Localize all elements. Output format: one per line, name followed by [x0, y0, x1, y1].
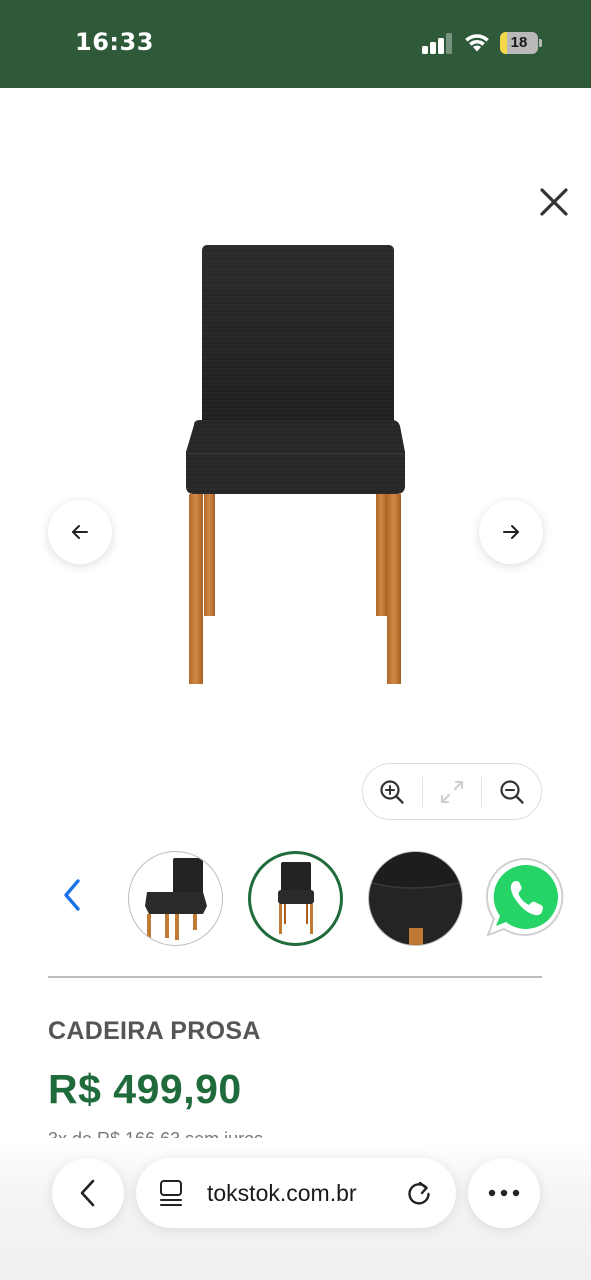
- chevron-left-icon: [80, 1179, 95, 1207]
- zoom-in-button[interactable]: [363, 763, 422, 820]
- page-menu-icon[interactable]: [158, 1179, 184, 1207]
- close-icon[interactable]: [534, 182, 574, 222]
- zoom-in-icon: [380, 779, 405, 804]
- product-price: R$ 499,90: [48, 1066, 242, 1112]
- chair-thumbnail-image: [278, 862, 314, 934]
- prev-image-button[interactable]: [48, 500, 112, 564]
- chair-thumbnail-image: [145, 858, 207, 940]
- thumbnails-prev-icon[interactable]: [58, 876, 86, 914]
- fabric-detail-image: [369, 852, 462, 945]
- address-bar[interactable]: tokstok.com.br: [136, 1158, 456, 1228]
- zoom-controls: [362, 763, 542, 820]
- status-time: 16:33: [75, 28, 154, 56]
- arrow-left-icon: [72, 525, 88, 539]
- section-divider: [48, 976, 542, 978]
- arrow-right-icon: [503, 525, 519, 539]
- zoom-out-button[interactable]: [482, 763, 541, 820]
- expand-icon: [441, 780, 464, 803]
- whatsapp-icon[interactable]: [484, 855, 570, 941]
- thumbnail-fabric-detail[interactable]: [368, 851, 463, 946]
- zoom-out-icon: [500, 779, 524, 804]
- url-text: tokstok.com.br: [207, 1180, 357, 1206]
- installments-text: 3x de R$ 166,63 sem juros: [48, 1126, 263, 1138]
- status-bar: 16:33 18: [0, 0, 591, 88]
- wifi-icon: [465, 34, 489, 52]
- fullscreen-button[interactable]: [423, 763, 482, 820]
- battery-level: 18: [510, 34, 528, 51]
- browser-back-button[interactable]: [52, 1158, 124, 1228]
- product-name: CADEIRA PROSA: [48, 1017, 261, 1045]
- more-options-button[interactable]: [468, 1158, 540, 1228]
- reload-icon[interactable]: [404, 1178, 434, 1208]
- battery-icon: 18: [500, 32, 542, 54]
- next-image-button[interactable]: [479, 500, 543, 564]
- thumbnail-front-view[interactable]: [248, 851, 343, 946]
- thumbnail-angled-view[interactable]: [128, 851, 223, 946]
- more-icon: [488, 1189, 520, 1197]
- chair-image: [186, 245, 405, 684]
- signal-icon: [422, 32, 454, 54]
